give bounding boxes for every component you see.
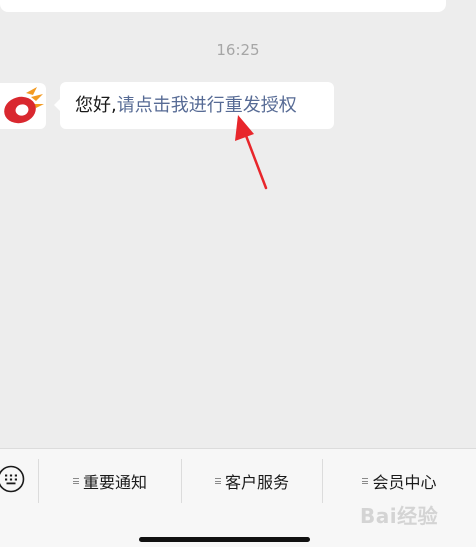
- message-bubble: 您好,请点击我进行重发授权: [54, 82, 334, 129]
- menu-item-important-notice[interactable]: 重要通知: [39, 449, 181, 513]
- menu-item-label: 会员中心: [372, 473, 437, 492]
- menu-list-icon: [214, 477, 221, 486]
- keyboard-icon: [0, 465, 25, 493]
- reauthorize-link[interactable]: 请点击我进行重发授权: [117, 95, 297, 116]
- previous-message-card: [0, 0, 446, 12]
- menu-item-label: 客户服务: [224, 473, 289, 492]
- avatar[interactable]: [0, 83, 46, 129]
- bottom-menu-bar: 重要通知 客户服务 会员中心: [0, 448, 476, 547]
- menu-item-customer-service[interactable]: 客户服务: [182, 449, 322, 513]
- menu-item-label: 重要通知: [82, 473, 147, 492]
- watermark: Bai经验: [360, 504, 439, 528]
- message-greeting: 您好,: [75, 95, 117, 116]
- chat-timestamp: 16:25: [216, 41, 260, 59]
- keyboard-toggle-button[interactable]: [0, 465, 25, 493]
- menu-list-icon: [362, 477, 369, 486]
- menu-list-icon: [72, 477, 79, 486]
- brand-logo-icon: [4, 87, 44, 124]
- home-indicator[interactable]: [139, 537, 310, 542]
